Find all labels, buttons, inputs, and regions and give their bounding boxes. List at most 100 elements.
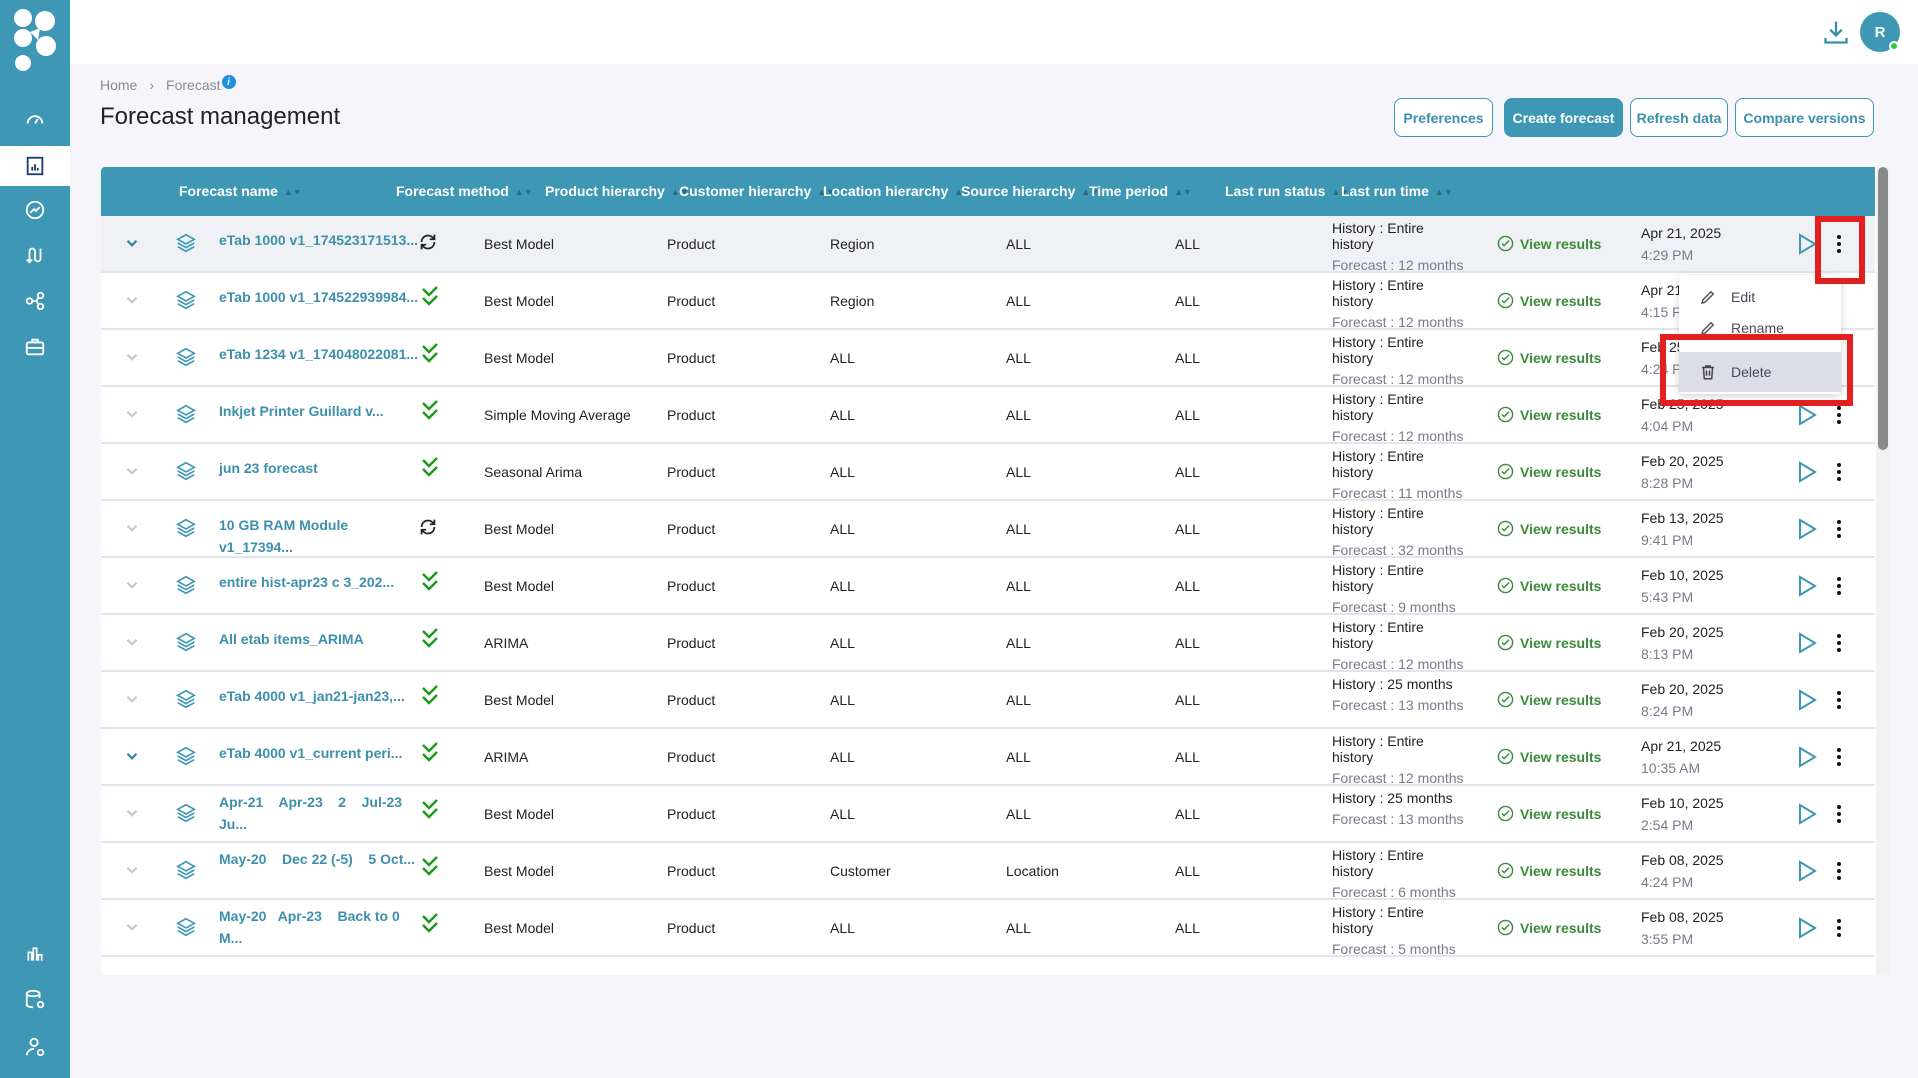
view-results-link[interactable]: View results xyxy=(1497,406,1601,423)
expand-chevron-icon[interactable] xyxy=(123,918,141,939)
flow-icon[interactable] xyxy=(0,235,70,275)
user-avatar[interactable]: R xyxy=(1860,12,1900,52)
expand-chevron-icon[interactable] xyxy=(123,690,141,711)
table-row[interactable]: eTab 1000 v1_174523171513... Best Model … xyxy=(101,216,1875,273)
forecast-name-link[interactable]: Apr-21 Apr-23 2 Jul-23 Ju... xyxy=(219,791,419,835)
kebab-menu-icon[interactable] xyxy=(1833,460,1845,484)
view-results-link[interactable]: View results xyxy=(1497,805,1601,822)
network-icon[interactable] xyxy=(0,281,70,321)
expand-chevron-icon[interactable] xyxy=(123,747,141,768)
expand-chevron-icon[interactable] xyxy=(123,804,141,825)
trend-icon[interactable] xyxy=(0,190,70,230)
breadcrumb-home[interactable]: Home xyxy=(100,77,137,93)
expand-chevron-icon[interactable] xyxy=(123,234,141,255)
expand-chevron-icon[interactable] xyxy=(123,576,141,597)
forecast-name-link[interactable]: jun 23 forecast xyxy=(219,457,419,479)
run-play-icon[interactable] xyxy=(1796,403,1818,430)
expand-chevron-icon[interactable] xyxy=(123,462,141,483)
view-results-link[interactable]: View results xyxy=(1497,919,1601,936)
table-row[interactable]: May-20 Dec 22 (-5) 5 Oct... Best Model P… xyxy=(101,843,1875,900)
table-row[interactable]: eTab 1234 v1_174048022081... Best Model … xyxy=(101,330,1875,387)
kebab-menu-icon[interactable] xyxy=(1833,574,1845,598)
kebab-menu-icon[interactable] xyxy=(1833,517,1845,541)
view-results-link[interactable]: View results xyxy=(1497,748,1601,765)
forecast-name-link[interactable]: eTab 4000 v1_current peri... xyxy=(219,742,419,764)
kebab-menu-icon[interactable] xyxy=(1833,403,1845,427)
kebab-menu-icon[interactable] xyxy=(1833,859,1845,883)
column-header[interactable]: Time period ▲▼ xyxy=(1089,183,1192,199)
view-results-link[interactable]: View results xyxy=(1497,520,1601,537)
view-results-link[interactable]: View results xyxy=(1497,349,1601,366)
create-forecast-button[interactable]: Create forecast xyxy=(1504,98,1623,137)
table-scrollbar[interactable] xyxy=(1876,167,1890,975)
info-icon[interactable]: i xyxy=(221,75,236,89)
sort-icon[interactable]: ▲▼ xyxy=(1435,187,1453,197)
table-row[interactable]: eTab 4000 v1_jan21-jan23,... Best Model … xyxy=(101,672,1875,729)
run-play-icon[interactable] xyxy=(1796,745,1818,772)
forecast-name-link[interactable]: entire hist-apr23 c 3_202... xyxy=(219,571,419,593)
run-play-icon[interactable] xyxy=(1796,859,1818,886)
compare-versions-button[interactable]: Compare versions xyxy=(1735,98,1874,137)
briefcase-icon[interactable] xyxy=(0,327,70,367)
table-row[interactable]: Inkjet Printer Guillard v... Simple Movi… xyxy=(101,387,1875,444)
expand-chevron-icon[interactable] xyxy=(123,405,141,426)
expand-chevron-icon[interactable] xyxy=(123,633,141,654)
column-header[interactable]: Last run status ▲▼ xyxy=(1225,183,1349,199)
column-header[interactable]: Product hierarchy ▲▼ xyxy=(545,183,689,199)
column-header[interactable]: Last run time ▲▼ xyxy=(1341,183,1453,199)
run-play-icon[interactable] xyxy=(1796,802,1818,829)
forecast-name-link[interactable]: eTab 1000 v1_174522939984... xyxy=(219,286,419,308)
run-play-icon[interactable] xyxy=(1796,517,1818,544)
sort-icon[interactable]: ▲▼ xyxy=(1174,187,1192,197)
table-row[interactable]: jun 23 forecast Seasonal Arima Product A… xyxy=(101,444,1875,501)
expand-chevron-icon[interactable] xyxy=(123,861,141,882)
forecast-name-link[interactable]: eTab 1234 v1_174048022081... xyxy=(219,343,419,365)
download-icon[interactable] xyxy=(1822,18,1850,46)
kebab-menu-icon[interactable] xyxy=(1833,802,1845,826)
run-play-icon[interactable] xyxy=(1796,574,1818,601)
table-row[interactable]: eTab 1000 v1_174522939984... Best Model … xyxy=(101,273,1875,330)
table-row[interactable]: entire hist-apr23 c 3_202... Best Model … xyxy=(101,558,1875,615)
forecast-name-link[interactable]: eTab 4000 v1_jan21-jan23,... xyxy=(219,685,419,707)
run-play-icon[interactable] xyxy=(1796,631,1818,658)
forecast-name-link[interactable]: May-20 Dec 22 (-5) 5 Oct... xyxy=(219,848,419,870)
run-play-icon[interactable] xyxy=(1796,460,1818,487)
view-results-link[interactable]: View results xyxy=(1497,577,1601,594)
table-row[interactable]: Apr-21 Apr-23 2 Jul-23 Ju... Best Model … xyxy=(101,786,1875,843)
table-row[interactable]: eTab 4000 v1_current peri... ARIMA Produ… xyxy=(101,729,1875,786)
kebab-menu-icon[interactable] xyxy=(1833,745,1845,769)
view-results-link[interactable]: View results xyxy=(1497,235,1601,252)
preferences-button[interactable]: Preferences xyxy=(1394,98,1493,137)
user-settings-icon[interactable] xyxy=(0,1027,70,1067)
view-results-link[interactable]: View results xyxy=(1497,634,1601,651)
expand-chevron-icon[interactable] xyxy=(123,519,141,540)
view-results-link[interactable]: View results xyxy=(1497,691,1601,708)
dashboard-icon[interactable] xyxy=(0,98,70,138)
expand-chevron-icon[interactable] xyxy=(123,348,141,369)
view-results-link[interactable]: View results xyxy=(1497,292,1601,309)
expand-chevron-icon[interactable] xyxy=(123,291,141,312)
forecast-name-link[interactable]: Inkjet Printer Guillard v... xyxy=(219,400,419,422)
analytics-icon[interactable] xyxy=(0,934,70,974)
sort-icon[interactable]: ▲▼ xyxy=(515,187,533,197)
table-row[interactable]: All etab items_ARIMA ARIMA Product ALL A… xyxy=(101,615,1875,672)
kebab-menu-icon[interactable] xyxy=(1833,631,1845,655)
table-row[interactable]: 10 GB RAM Module v1_17394... Best Model … xyxy=(101,501,1875,558)
sort-icon[interactable]: ▲▼ xyxy=(284,187,302,197)
kebab-menu-icon[interactable] xyxy=(1833,916,1845,940)
column-header[interactable]: Forecast name ▲▼ xyxy=(179,183,302,199)
column-header[interactable]: Source hierarchy ▲▼ xyxy=(961,183,1099,199)
refresh-data-button[interactable]: Refresh data xyxy=(1630,98,1728,137)
run-play-icon[interactable] xyxy=(1796,688,1818,715)
forecast-name-link[interactable]: 10 GB RAM Module v1_17394... xyxy=(219,514,419,558)
kebab-menu-icon[interactable] xyxy=(1833,688,1845,712)
column-header[interactable]: Customer hierarchy ▲▼ xyxy=(679,183,835,199)
forecast-name-link[interactable]: All etab items_ARIMA xyxy=(219,628,419,650)
table-row[interactable]: May-20 Apr-23 Back to 0 M... Best Model … xyxy=(101,900,1875,957)
forecast-name-link[interactable]: eTab 1000 v1_174523171513... xyxy=(219,229,419,251)
column-header[interactable]: Forecast method ▲▼ xyxy=(396,183,533,199)
forecast-report-icon[interactable] xyxy=(0,146,70,186)
run-play-icon[interactable] xyxy=(1796,916,1818,943)
forecast-name-link[interactable]: May-20 Apr-23 Back to 0 M... xyxy=(219,905,419,949)
scrollbar-thumb[interactable] xyxy=(1878,167,1888,450)
